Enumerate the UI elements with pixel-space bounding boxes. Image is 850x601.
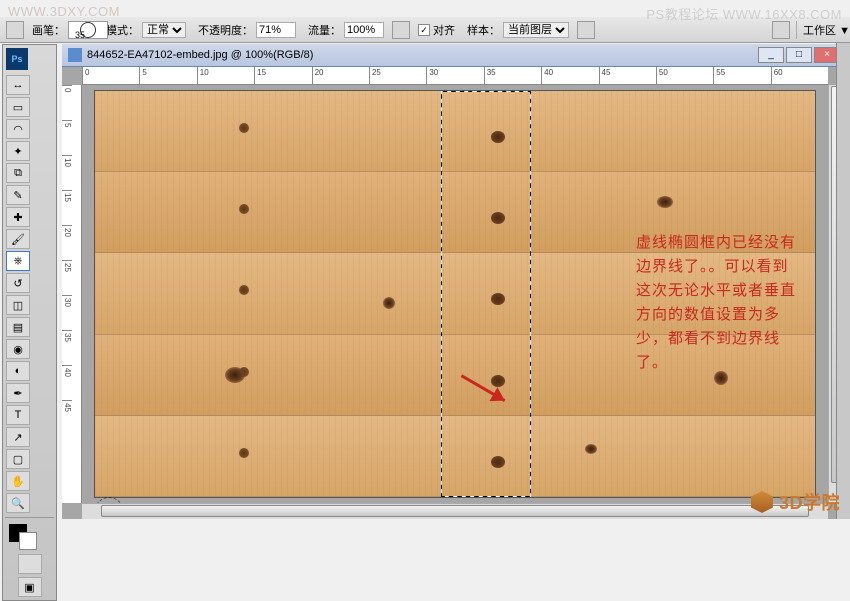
doc-tab-title: 844652-EA47102-embed.jpg @ 100%(RGB/8): [87, 49, 313, 61]
align-checkbox[interactable]: [418, 24, 430, 36]
hand-tool[interactable]: ✋: [6, 471, 30, 491]
watermark-16xx8: PS教程论坛 WWW.16XX8.COM: [646, 4, 842, 23]
wand-tool[interactable]: ✦: [6, 141, 30, 161]
opacity-input[interactable]: [256, 22, 296, 38]
align-label: 对齐: [433, 22, 455, 38]
type-tool[interactable]: T: [6, 405, 30, 425]
stamp-tool[interactable]: ⎈: [6, 251, 30, 271]
dodge-tool[interactable]: ◐: [6, 361, 30, 381]
eraser-tool[interactable]: ◫: [6, 295, 30, 315]
scrollbar-horizontal[interactable]: [82, 503, 828, 519]
ruler-horizontal[interactable]: 05 1015 2025 3035 4045 5055 60: [82, 67, 828, 85]
heal-tool[interactable]: ✚: [6, 207, 30, 227]
cube-icon: [751, 491, 773, 513]
ignore-adjust-icon[interactable]: [577, 21, 595, 39]
path-tool[interactable]: ↗: [6, 427, 30, 447]
workspace-label[interactable]: 工作区 ▼: [803, 22, 850, 38]
ps-logo-icon: Ps: [6, 48, 28, 70]
canvas-viewport[interactable]: 虚线椭圆框内已经没有边界线了。。可以看到这次无论水平或者垂直方向的数值设置为多少…: [82, 85, 828, 503]
panel-dock-edge[interactable]: [836, 43, 850, 519]
tools-panel: Ps ↔ ▭ ◠ ✦ ⧉ ✎ ✚ 🖌 ⎈ ↺ ◫ ▤ ◉ ◐ ✒ T ↗ ▢ ✋…: [2, 44, 57, 601]
shape-tool[interactable]: ▢: [6, 449, 30, 469]
brush-size-value: 35: [75, 30, 85, 40]
brush-thumbnail[interactable]: [68, 21, 108, 39]
blur-tool[interactable]: ◉: [6, 339, 30, 359]
lasso-tool[interactable]: ◠: [6, 119, 30, 139]
ruler-vertical[interactable]: 05 1015 2025 3035 4045: [62, 85, 82, 503]
watermark-3dxy: WWW.3DXY.COM: [8, 4, 120, 19]
sample-label: 样本：: [467, 22, 500, 38]
mode-label: 模式：: [106, 22, 139, 38]
quickmask-toggle[interactable]: [18, 554, 42, 574]
flow-input[interactable]: [344, 22, 384, 38]
canvas-image[interactable]: 虚线椭圆框内已经没有边界线了。。可以看到这次无论水平或者垂直方向的数值设置为多少…: [95, 91, 815, 497]
document-tab[interactable]: 844652-EA47102-embed.jpg @ 100%(RGB/8) _…: [62, 44, 844, 67]
annotation-text: 虚线椭圆框内已经没有边界线了。。可以看到这次无论水平或者垂直方向的数值设置为多少…: [636, 231, 801, 375]
brush-label: 画笔：: [32, 22, 65, 38]
document-window: 844652-EA47102-embed.jpg @ 100%(RGB/8) _…: [62, 44, 844, 519]
move-tool[interactable]: ↔: [6, 75, 30, 95]
clone-stamp-tool-icon[interactable]: [6, 21, 24, 39]
zoom-tool[interactable]: 🔍: [6, 493, 30, 513]
eyedropper-tool[interactable]: ✎: [6, 185, 30, 205]
crop-tool[interactable]: ⧉: [6, 163, 30, 183]
background-swatch[interactable]: [19, 532, 37, 550]
brush-tool[interactable]: 🖌: [6, 229, 30, 249]
window-minimize[interactable]: _: [758, 47, 784, 63]
pen-tool[interactable]: ✒: [6, 383, 30, 403]
opacity-label: 不透明度：: [198, 22, 253, 38]
window-maximize[interactable]: □: [786, 47, 812, 63]
screenmode-icon[interactable]: ▣: [18, 577, 42, 597]
gradient-tool[interactable]: ▤: [6, 317, 30, 337]
marquee-selection: [441, 91, 531, 497]
watermark-3d-school: 3D学院: [751, 489, 840, 515]
mode-select[interactable]: 正常: [142, 22, 186, 38]
history-brush-tool[interactable]: ↺: [6, 273, 30, 293]
flow-label: 流量：: [308, 22, 341, 38]
bridge-icon[interactable]: [772, 21, 790, 39]
airbrush-icon[interactable]: [392, 21, 410, 39]
sample-select[interactable]: 当前图层: [503, 22, 569, 38]
marquee-tool[interactable]: ▭: [6, 97, 30, 117]
doc-tab-icon: [68, 48, 82, 62]
